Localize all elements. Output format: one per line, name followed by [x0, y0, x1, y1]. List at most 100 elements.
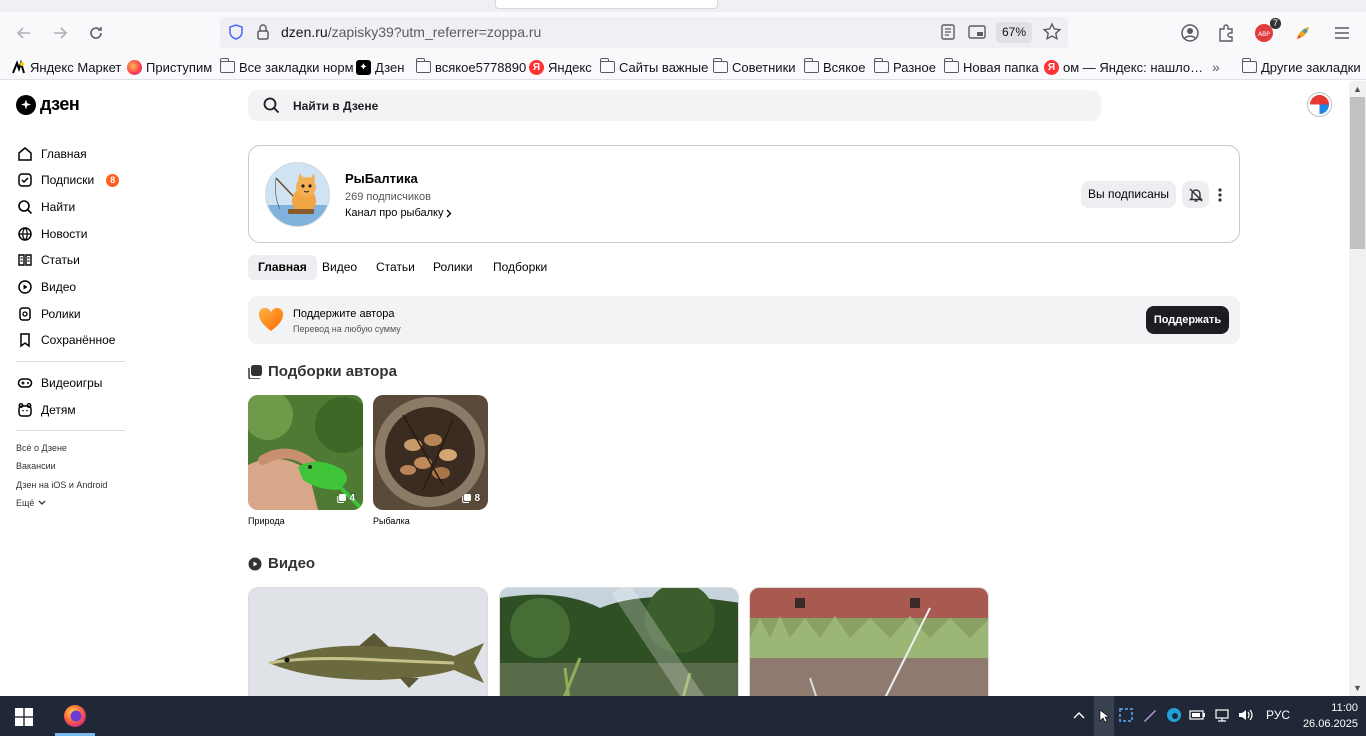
input-language-indicator[interactable]: РУС — [1266, 708, 1290, 722]
folder-icon — [415, 58, 431, 73]
folder-icon — [943, 58, 959, 73]
collection-count: 8 — [462, 493, 480, 504]
windows-start-icon[interactable] — [15, 708, 33, 726]
collections-section-title[interactable]: Подборки автора — [248, 363, 397, 380]
scroll-up-arrow-icon[interactable]: ▲ — [1349, 81, 1366, 97]
user-avatar[interactable] — [1308, 93, 1331, 116]
bookmark-folder[interactable]: Сайты важные — [599, 58, 708, 76]
support-author-banner: Поддержите автора Перевод на любую сумму… — [248, 296, 1240, 344]
support-button[interactable]: Поддержать — [1146, 306, 1229, 334]
bookmark-folder[interactable]: Всякое — [803, 58, 866, 76]
system-clock[interactable]: 11:00 26.06.2025 — [1296, 700, 1358, 732]
footer-link-apps[interactable]: Дзен на iOS и Android — [16, 480, 107, 490]
forward-button[interactable] — [47, 20, 73, 46]
windows-taskbar: РУС 11:00 26.06.2025 — [0, 696, 1366, 736]
account-icon[interactable] — [1179, 22, 1201, 44]
bookmark-icon — [16, 332, 33, 349]
tray-volume-icon[interactable] — [1237, 706, 1255, 724]
collection-card[interactable]: 8 Рыбалка — [373, 395, 488, 526]
tab-video[interactable]: Видео — [312, 255, 367, 280]
collection-card[interactable]: 4 Природа — [248, 395, 363, 526]
url-text[interactable]: dzen.ru/zapisky39?utm_referrer=zoppa.ru — [281, 24, 541, 40]
footer-link-more[interactable]: Ещё — [16, 498, 46, 508]
sidebar-divider — [16, 361, 125, 362]
channel-name[interactable]: РыБалтика — [345, 171, 418, 186]
bookmark-item[interactable]: Яндекс Маркет — [11, 58, 121, 76]
news-icon — [16, 226, 33, 243]
scrollbar-thumb[interactable] — [1350, 97, 1365, 249]
fishing-cat-illustration — [266, 163, 329, 226]
video-card[interactable] — [499, 587, 739, 696]
sidebar-item-home[interactable]: Главная — [16, 144, 87, 164]
page-scrollbar[interactable]: ▲ ▼ — [1349, 81, 1366, 696]
bookmark-folder[interactable]: Новая папка — [943, 58, 1039, 76]
tray-pen-icon[interactable] — [1141, 706, 1159, 724]
bookmark-folder[interactable]: всякое5778890 — [415, 58, 526, 76]
scroll-down-arrow-icon[interactable]: ▼ — [1349, 680, 1366, 696]
tray-screenshot-icon[interactable] — [1117, 706, 1135, 724]
footer-link-about[interactable]: Всё о Дзене — [16, 443, 67, 453]
support-subtitle: Перевод на любую сумму — [293, 324, 401, 334]
back-button[interactable] — [11, 20, 37, 46]
dzen-logo-icon — [16, 94, 36, 115]
bookmark-item[interactable]: ✦ Дзен — [356, 58, 404, 76]
bookmark-folder[interactable]: Разное — [873, 58, 936, 76]
search-input[interactable]: Найти в Дзене — [248, 90, 1101, 121]
adblock-extension-icon[interactable]: ABP 7 — [1253, 18, 1281, 44]
bookmark-star-icon[interactable] — [1042, 22, 1062, 42]
notifications-button[interactable] — [1182, 181, 1209, 208]
sidebar-item-subscriptions[interactable]: Подписки 8 — [16, 170, 120, 190]
rocket-extension-icon[interactable] — [1292, 22, 1314, 44]
hamburger-menu-icon[interactable] — [1331, 22, 1353, 44]
bookmark-item[interactable]: Приступим — [127, 58, 212, 76]
subscribed-button[interactable]: Вы подписаны — [1081, 181, 1176, 208]
tray-battery-icon[interactable] — [1189, 706, 1207, 724]
tray-network-icon[interactable] — [1213, 706, 1231, 724]
zoom-level-button[interactable]: 67% — [996, 22, 1032, 43]
firefox-taskbar-button[interactable] — [55, 696, 95, 736]
bookmark-item[interactable]: Я Яндекс — [529, 58, 592, 76]
active-tab[interactable] — [495, 0, 718, 9]
more-bookmarks-chevron-icon[interactable]: » — [1212, 58, 1220, 76]
tracking-protection-shield-icon[interactable] — [227, 23, 245, 41]
river-landscape-thumbnail — [500, 588, 738, 696]
tray-pointer-app-icon[interactable] — [1094, 696, 1114, 736]
sidebar-item-video[interactable]: Видео — [16, 277, 76, 297]
sidebar-item-videogames[interactable]: Видеоигры — [16, 373, 102, 393]
fishing-by-brick-wall-thumbnail — [750, 588, 988, 696]
bookmark-folder[interactable]: Все закладки норм — [219, 58, 354, 76]
tab-shorts[interactable]: Ролики — [423, 255, 483, 280]
folder-icon — [1241, 58, 1257, 73]
channel-description-link[interactable]: Канал про рыбалку — [345, 207, 452, 219]
video-card[interactable] — [749, 587, 989, 696]
tab-collections[interactable]: Подборки — [483, 255, 557, 280]
channel-avatar[interactable] — [265, 162, 330, 227]
shorts-icon — [16, 306, 33, 323]
video-card[interactable] — [248, 587, 488, 696]
dzen-page: дзен Найти в Дзене Главная Подписки 8 На… — [0, 81, 1349, 696]
lock-icon[interactable] — [255, 23, 271, 41]
sidebar-item-shorts[interactable]: Ролики — [16, 304, 81, 324]
bookmark-item[interactable]: Я ом — Яндекс: нашло… — [1044, 58, 1203, 76]
dzen-logo[interactable]: дзен — [16, 94, 80, 115]
reader-view-icon[interactable] — [939, 23, 957, 41]
video-section-title[interactable]: Видео — [248, 555, 315, 572]
footer-link-vacancies[interactable]: Вакансии — [16, 461, 56, 471]
reload-button[interactable] — [83, 20, 109, 46]
sidebar-item-news[interactable]: Новости — [16, 224, 87, 244]
tray-chevron-up-icon[interactable] — [1070, 706, 1088, 724]
picture-in-picture-icon[interactable] — [967, 23, 987, 41]
sidebar-item-articles[interactable]: Статьи — [16, 250, 80, 270]
sidebar-item-saved[interactable]: Сохранённое — [16, 330, 115, 350]
tray-edge-icon[interactable] — [1165, 706, 1183, 724]
tab-articles[interactable]: Статьи — [366, 255, 425, 280]
bookmark-folder[interactable]: Советники — [712, 58, 796, 76]
tab-home[interactable]: Главная — [248, 255, 317, 280]
url-bar[interactable]: dzen.ru/zapisky39?utm_referrer=zoppa.ru … — [220, 17, 1068, 48]
other-bookmarks-folder[interactable]: Другие закладки — [1241, 58, 1361, 76]
channel-more-button[interactable] — [1213, 184, 1227, 206]
sidebar-item-search[interactable]: Найти — [16, 197, 75, 217]
extensions-puzzle-icon[interactable] — [1215, 22, 1237, 44]
sidebar-item-kids[interactable]: Детям — [16, 400, 76, 420]
folder-icon — [873, 58, 889, 73]
